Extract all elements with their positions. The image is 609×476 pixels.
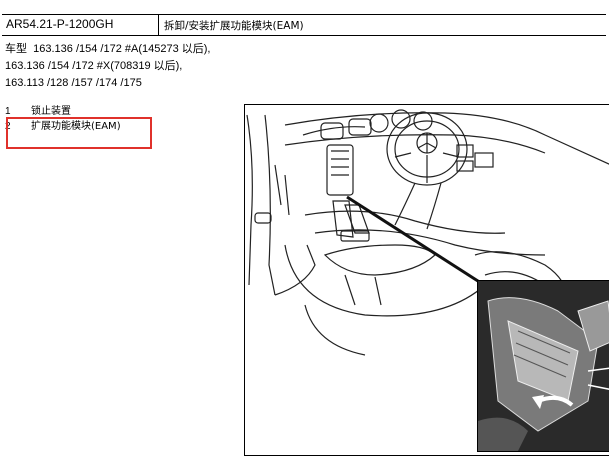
module-detail-drawing <box>478 281 609 451</box>
model-applicability: 车型 163.136 /154 /172 #A(145273 以后), 163.… <box>5 40 210 92</box>
module-detail-photo <box>477 280 609 452</box>
header-bar: AR54.21-P-1200GH 拆卸/安装扩展功能模块(EAM) <box>2 14 606 36</box>
model-label: 车型 <box>5 42 27 55</box>
document-title: 拆卸/安装扩展功能模块(EAM) <box>164 20 304 32</box>
model-line-2: 163.136 /154 /172 #X(708319 以后), <box>5 60 183 72</box>
highlight-box <box>6 117 152 149</box>
header-divider <box>158 15 159 35</box>
document-code: AR54.21-P-1200GH <box>6 17 114 31</box>
model-line-3: 163.113 /128 /157 /174 /175 <box>5 77 142 89</box>
model-line-1: 163.136 /154 /172 #A(145273 以后), <box>33 43 211 55</box>
dashboard-illustration <box>244 104 609 456</box>
